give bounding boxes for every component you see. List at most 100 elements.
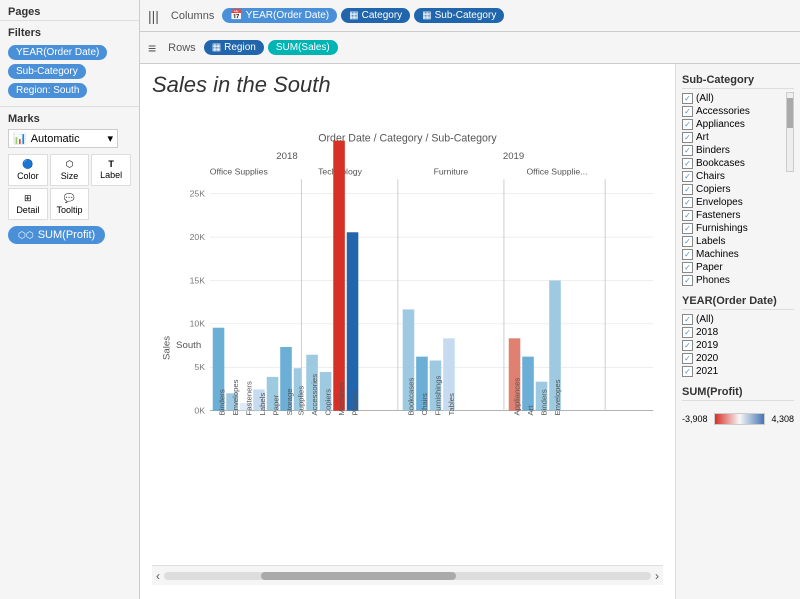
- marks-type-dropdown[interactable]: 📊 Automatic ▾: [8, 129, 118, 148]
- tooltip-button[interactable]: 💬 Tooltip: [50, 188, 90, 220]
- subcategory-checkbox[interactable]: [682, 210, 693, 221]
- detail-button[interactable]: ⊞ Detail: [8, 188, 48, 220]
- subcategory-item-label: Chairs: [696, 171, 725, 182]
- subcategory-scrollbar[interactable]: [786, 92, 794, 172]
- chart-container: Order Date / Category / Sub-Category 201…: [152, 102, 663, 565]
- year-item[interactable]: 2020: [682, 352, 794, 365]
- subcategory-item[interactable]: Fasteners: [682, 209, 794, 222]
- subcategory-checkbox[interactable]: [682, 158, 693, 169]
- svg-text:Chairs: Chairs: [420, 393, 429, 415]
- region-row[interactable]: ▦ Region: [204, 40, 264, 55]
- filters-section: Filters YEAR(Order Date) Sub-Category Re…: [0, 21, 139, 107]
- subcategory-filter-pill[interactable]: Sub-Category: [8, 64, 86, 79]
- profit-gradient-bar: [714, 413, 766, 425]
- subcategory-checkbox[interactable]: [682, 119, 693, 130]
- right-panel: Sub-Category (All)AccessoriesAppliancesA…: [675, 64, 800, 599]
- subcategory-checkbox[interactable]: [682, 171, 693, 182]
- subcategory-checkbox[interactable]: [682, 262, 693, 273]
- size-button[interactable]: ⬡ Size: [50, 154, 90, 186]
- subcategory-item[interactable]: Appliances: [682, 118, 794, 131]
- color-button[interactable]: 🔵 Color: [8, 154, 48, 186]
- subcategory-checkbox[interactable]: [682, 132, 693, 143]
- year-item[interactable]: 2018: [682, 326, 794, 339]
- color-label: Color: [17, 171, 39, 181]
- svg-text:Fasteners: Fasteners: [244, 381, 253, 415]
- scroll-thumb[interactable]: [261, 572, 456, 580]
- subcategory-item-label: Envelopes: [696, 197, 743, 208]
- year-checkbox[interactable]: [682, 366, 693, 377]
- subcategory-checkbox[interactable]: [682, 184, 693, 195]
- scroll-right-arrow[interactable]: ›: [655, 569, 659, 583]
- subcategory-item[interactable]: Copiers: [682, 183, 794, 196]
- subcategory-item[interactable]: (All): [682, 92, 794, 105]
- year-item[interactable]: (All): [682, 313, 794, 326]
- label-button[interactable]: T Label: [91, 154, 131, 186]
- subcategory-checkbox[interactable]: [682, 223, 693, 234]
- subcategory-col[interactable]: ▦ Sub-Category: [414, 8, 504, 23]
- tooltip-icon: 💬: [64, 193, 75, 204]
- subcategory-item-label: Labels: [696, 236, 725, 247]
- year-item[interactable]: 2019: [682, 339, 794, 352]
- year-item[interactable]: 2021: [682, 365, 794, 378]
- year-item-label: 2020: [696, 353, 718, 364]
- year-checkbox[interactable]: [682, 314, 693, 325]
- subcategory-item-label: Paper: [696, 262, 723, 273]
- subcategory-item[interactable]: Accessories: [682, 105, 794, 118]
- svg-text:Sales: Sales: [161, 336, 172, 360]
- year-checkbox[interactable]: [682, 340, 693, 351]
- subcategory-item-label: Fasteners: [696, 210, 740, 221]
- subcategory-item-label: Bookcases: [696, 158, 745, 169]
- scroll-left-arrow[interactable]: ‹: [156, 569, 160, 583]
- subcategory-item[interactable]: Phones: [682, 274, 794, 287]
- subcategory-checkbox[interactable]: [682, 275, 693, 286]
- subcategory-item[interactable]: Chairs: [682, 170, 794, 183]
- rows-toolbar: ≡ Rows ▦ Region SUM(Sales): [140, 32, 800, 64]
- svg-text:20K: 20K: [190, 232, 206, 242]
- label-text: Label: [100, 170, 122, 180]
- scroll-track[interactable]: [164, 572, 651, 580]
- year-order-date-col[interactable]: 📅 YEAR(Order Date): [222, 8, 337, 23]
- chart-content: Sales in the South Order Date / Category…: [140, 64, 675, 599]
- subcategory-scroll-thumb[interactable]: [787, 98, 793, 128]
- svg-text:Envelopes: Envelopes: [553, 379, 562, 415]
- svg-text:10K: 10K: [190, 319, 206, 329]
- sum-profit-pill[interactable]: SUM(Profit): [8, 226, 105, 244]
- subcategory-item[interactable]: Machines: [682, 248, 794, 261]
- x-axis-labels: Binders: [217, 389, 226, 415]
- svg-text:5K: 5K: [194, 362, 205, 372]
- subcategory-item[interactable]: Envelopes: [682, 196, 794, 209]
- subcategory-checkbox[interactable]: [682, 236, 693, 247]
- subcategory-filter-list: (All)AccessoriesAppliancesArtBindersBook…: [682, 92, 794, 287]
- year-filter-title: YEAR(Order Date): [682, 295, 794, 310]
- svg-text:Furniture: Furniture: [434, 166, 469, 176]
- subcategory-item[interactable]: Paper: [682, 261, 794, 274]
- subcategory-item[interactable]: Labels: [682, 235, 794, 248]
- year-filter-pill[interactable]: YEAR(Order Date): [8, 45, 107, 60]
- category-col[interactable]: ▦ Category: [341, 8, 410, 23]
- subcategory-checkbox[interactable]: [682, 249, 693, 260]
- svg-text:Phones: Phones: [350, 389, 359, 415]
- subcategory-item[interactable]: Furnishings: [682, 222, 794, 235]
- columns-toolbar: ||| Columns 📅 YEAR(Order Date) ▦ Categor…: [140, 0, 800, 32]
- subcategory-checkbox[interactable]: [682, 93, 693, 104]
- main-content: ||| Columns 📅 YEAR(Order Date) ▦ Categor…: [140, 0, 800, 599]
- year-checkbox[interactable]: [682, 353, 693, 364]
- chevron-down-icon: ▾: [107, 132, 113, 145]
- subcategory-item[interactable]: Binders: [682, 144, 794, 157]
- subcategory-checkbox[interactable]: [682, 197, 693, 208]
- subcategory-item-label: Copiers: [696, 184, 730, 195]
- subcategory-item[interactable]: Bookcases: [682, 157, 794, 170]
- marks-type-label: Automatic: [31, 133, 80, 145]
- subcategory-checkbox[interactable]: [682, 106, 693, 117]
- svg-text:Tables: Tables: [447, 393, 456, 415]
- svg-text:Supplies: Supplies: [296, 386, 305, 416]
- year-checkbox[interactable]: [682, 327, 693, 338]
- sum-sales-row[interactable]: SUM(Sales): [268, 40, 338, 55]
- subcategory-checkbox[interactable]: [682, 145, 693, 156]
- region-filter-pill[interactable]: Region: South: [8, 83, 87, 98]
- subcategory-item[interactable]: Art: [682, 131, 794, 144]
- profit-legend-title: SUM(Profit): [682, 386, 794, 401]
- label-icon: T: [108, 159, 114, 169]
- svg-text:Bookcases: Bookcases: [406, 378, 415, 416]
- svg-text:Envelopes: Envelopes: [231, 379, 240, 415]
